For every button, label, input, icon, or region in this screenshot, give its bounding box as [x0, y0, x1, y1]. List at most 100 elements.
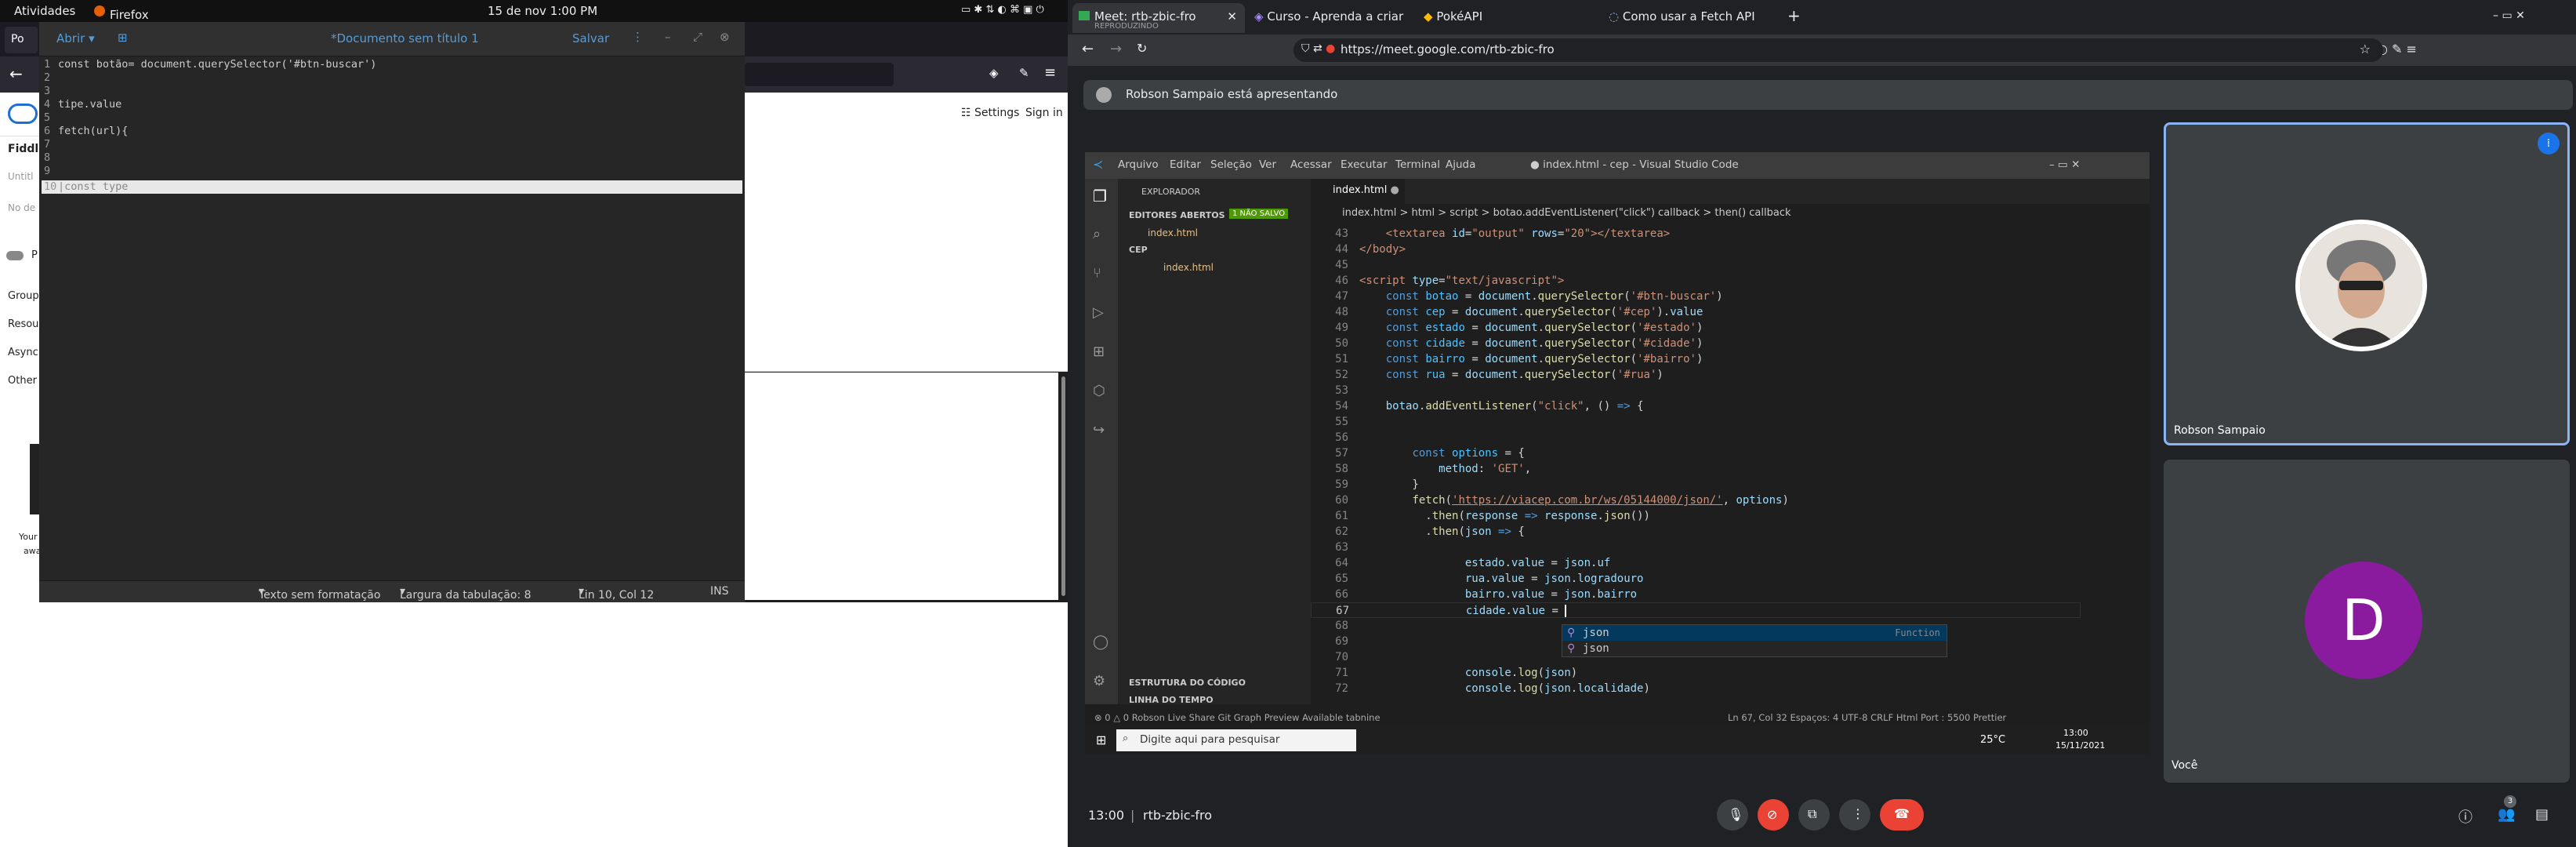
- tab-pokeapi[interactable]: ◆ PokéAPI: [1417, 3, 1574, 33]
- reload-icon[interactable]: ↻: [1137, 41, 1147, 56]
- open-editors-section[interactable]: EDITORES ABERTOS: [1129, 210, 1225, 220]
- tab-close-icon[interactable]: ✕: [1227, 9, 1237, 24]
- folder-file[interactable]: index.html: [1163, 262, 1214, 273]
- sidebar-item-async[interactable]: Async: [8, 347, 38, 358]
- sidebar-item-resources[interactable]: Resou: [8, 318, 38, 330]
- code-line: 4 tipe.value: [44, 98, 122, 111]
- cursor-position[interactable]: Lin 10, Col 12 ▾: [579, 585, 654, 602]
- scrollbar[interactable]: [1061, 376, 1065, 596]
- tab-width-selector[interactable]: Largura da tabulação: 8 ▾: [400, 585, 532, 602]
- sign-in-link-2[interactable]: Sign in: [1025, 107, 1063, 119]
- fiddle-console-area: [745, 373, 1058, 600]
- window-controls[interactable]: – ▭ ✕: [2049, 158, 2080, 171]
- explorer-icon[interactable]: ❐: [1093, 187, 1107, 205]
- line-number: 53: [1335, 384, 1348, 397]
- new-tab-icon[interactable]: ⊞: [118, 31, 128, 45]
- back-arrow-icon[interactable]: ←: [9, 64, 23, 83]
- editor-tab-index[interactable]: index.html ●: [1311, 179, 1405, 204]
- fiddle-name-field[interactable]: Untitl: [8, 171, 33, 182]
- leave-call-button[interactable]: ☎: [1880, 799, 1924, 831]
- extensions-icon[interactable]: ⊞: [1093, 344, 1105, 360]
- fiddle-sidebar: Fiddle Untitl No de P Group Resou Async …: [0, 136, 46, 602]
- info-icon[interactable]: ⓘ: [2458, 806, 2473, 827]
- line-number: 62: [1335, 525, 1348, 538]
- search-icon[interactable]: ⌕: [1093, 226, 1101, 242]
- more-options-button[interactable]: ⋮: [1839, 799, 1870, 831]
- people-icon[interactable]: 👥: [2498, 806, 2515, 823]
- clock[interactable]: 15 de nov 1:00 PM: [488, 4, 597, 18]
- menu-ver[interactable]: Ver: [1259, 158, 1276, 171]
- timeline-section[interactable]: LINHA DO TEMPO: [1129, 695, 1214, 705]
- chrome-url-bar[interactable]: ⛉ ⇄ ● https://meet.google.com/rtb-zbic-f…: [1293, 38, 2383, 62]
- save-button[interactable]: Salvar: [572, 31, 609, 45]
- autocomplete-item[interactable]: ⚲ json Function: [1562, 625, 1947, 641]
- breadcrumb[interactable]: index.html > html > script > botao.addEv…: [1311, 205, 2150, 224]
- pocket-icon[interactable]: ◈: [989, 66, 999, 80]
- open-button[interactable]: Abrir ▾: [56, 31, 95, 45]
- firefox-url-bar[interactable]: [745, 63, 894, 86]
- menu-executar[interactable]: Executar: [1341, 158, 1388, 171]
- fiddle-description-field[interactable]: No de: [8, 202, 35, 213]
- back-arrow-icon[interactable]: ←: [1082, 41, 1094, 57]
- tab-title: Como usar a Fetch API do: [1622, 9, 1759, 24]
- live-share-icon[interactable]: ↪: [1093, 422, 1105, 438]
- status-left[interactable]: ⊗ 0 △ 0 Robson Live Share Git Graph Prev…: [1094, 712, 1381, 723]
- sidebar-item-group[interactable]: Group: [8, 290, 39, 302]
- present-button[interactable]: ⧉: [1798, 799, 1830, 831]
- menu-editar[interactable]: Editar: [1170, 158, 1201, 171]
- menu-arquivo[interactable]: Arquivo: [1118, 158, 1159, 171]
- tab-label: index.html: [1333, 184, 1388, 196]
- extension-icon[interactable]: ✎: [1019, 66, 1029, 80]
- fiddle-toggle[interactable]: [6, 251, 24, 260]
- outline-section[interactable]: ESTRUTURA DO CÓDIGO: [1129, 678, 1246, 688]
- tab-meet[interactable]: Meet: rtb-zbic-fro REPRODUZINDO ✕: [1072, 3, 1245, 33]
- open-editor-file[interactable]: index.html: [1148, 227, 1198, 238]
- activities-button[interactable]: Atividades: [14, 4, 75, 18]
- chat-icon[interactable]: ▤: [2535, 806, 2549, 823]
- code-line: 71 console.log(json): [1311, 665, 1577, 681]
- mic-button[interactable]: 🎙: [1717, 799, 1748, 831]
- meeting-time: 13:00: [1088, 808, 1125, 823]
- taskbar-time[interactable]: 13:00: [2063, 728, 2088, 738]
- account-icon[interactable]: ◯: [1093, 634, 1108, 650]
- firefox-app-menu[interactable]: Firefox: [94, 4, 149, 22]
- firefox-tab[interactable]: Po: [5, 27, 38, 53]
- gedit-editor[interactable]: [39, 56, 745, 580]
- sidebar-item-other[interactable]: Other: [8, 375, 37, 387]
- minimize-icon[interactable]: –: [665, 30, 671, 44]
- tab-fetch-api[interactable]: ◌ Como usar a Fetch API do: [1602, 3, 1759, 33]
- menu-acessar[interactable]: Acessar: [1290, 158, 1332, 171]
- firefox-menu-icon[interactable]: ≡: [1044, 64, 1056, 81]
- status-right[interactable]: Ln 67, Col 32 Espaços: 4 UTF-8 CRLF Html…: [1728, 712, 2006, 723]
- cep-folder[interactable]: CEP: [1129, 245, 1148, 255]
- tab-curso[interactable]: ◈ Curso - Aprenda a criar u: [1248, 3, 1405, 33]
- taskbar-search[interactable]: Digite aqui para pesquisar: [1116, 729, 1356, 751]
- remote-icon[interactable]: ⬡: [1093, 383, 1105, 399]
- weather[interactable]: 25°C: [1980, 734, 2005, 746]
- manage-gear-icon[interactable]: ⚙: [1093, 673, 1105, 689]
- taskbar-date[interactable]: 15/11/2021: [2055, 740, 2105, 751]
- settings-link-2[interactable]: ☷ Settings: [961, 107, 1019, 119]
- bookmark-star-icon[interactable]: ☆: [2360, 42, 2371, 56]
- system-tray-icons[interactable]: ▭ ✱ ⇅ ◐ ⌘ ▣ ⏻: [961, 4, 1044, 16]
- menu-selecao[interactable]: Seleção: [1210, 158, 1252, 171]
- autocomplete-item[interactable]: ⚲ json: [1562, 641, 1947, 656]
- close-icon[interactable]: ⊗: [720, 30, 730, 44]
- menu-kebab-icon[interactable]: ⋮: [632, 30, 644, 44]
- line-number: 70: [1335, 651, 1348, 663]
- camera-button[interactable]: ⊘: [1758, 799, 1789, 831]
- security-icons[interactable]: ⛉ ⇄ ●: [1301, 42, 1335, 55]
- menu-terminal[interactable]: Terminal: [1395, 158, 1440, 171]
- menu-ajuda[interactable]: Ajuda: [1446, 158, 1475, 171]
- new-tab-button[interactable]: +: [1781, 3, 1805, 33]
- forward-arrow-icon[interactable]: →: [1110, 41, 1122, 57]
- maximize-icon[interactable]: ⤢: [693, 30, 702, 44]
- window-controls[interactable]: – ▭ ✕: [2493, 9, 2525, 22]
- presenting-banner: Robson Sampaio está apresentando: [1083, 80, 2573, 110]
- autocomplete-label: json: [1583, 627, 1609, 639]
- windows-start-icon[interactable]: ⊞: [1096, 732, 1106, 747]
- source-control-icon[interactable]: ⑂: [1093, 265, 1101, 282]
- code-line: 63: [1311, 540, 1359, 555]
- run-debug-icon[interactable]: ▷: [1093, 304, 1104, 321]
- format-selector[interactable]: Texto sem formatação ▾: [259, 585, 380, 602]
